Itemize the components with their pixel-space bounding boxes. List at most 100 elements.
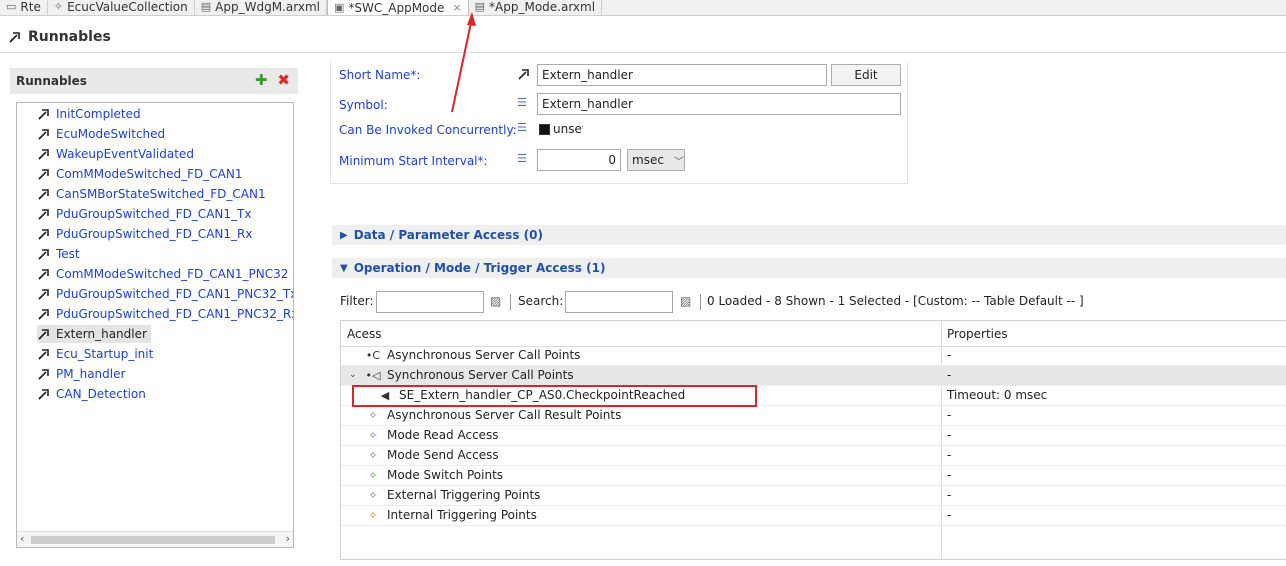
separator [700, 294, 701, 310]
access-cell: ✧ Mode Send Access [349, 448, 499, 462]
runnable-list-item[interactable]: EcuModeSwitched [37, 125, 165, 143]
list-icon: ☰ [517, 152, 527, 165]
concurrent-checkbox[interactable] [539, 124, 550, 135]
clear-filter-icon[interactable]: ▨ [490, 294, 501, 308]
filter-input[interactable] [376, 291, 484, 313]
mode-switch-icon: ✧ [368, 468, 378, 482]
runnable-list-item[interactable]: CanSMBorStateSwitched_FD_CAN1 [37, 185, 266, 203]
access-label: Mode Switch Points [387, 468, 504, 482]
runnable-icon [38, 189, 49, 200]
table-row[interactable]: ✧ External Triggering Points - [341, 486, 1286, 506]
horizontal-scrollbar[interactable]: ‹ › [17, 531, 293, 547]
runnable-list-item[interactable]: PduGroupSwitched_FD_CAN1_PNC32_Tx [37, 285, 293, 303]
runnable-list-item[interactable]: PM_handler [37, 365, 125, 383]
runnable-icon [38, 169, 49, 180]
table-row[interactable]: ✧ Mode Send Access - [341, 446, 1286, 466]
runnable-icon [38, 369, 49, 380]
runnables-panel-header: Runnables ✚ ✖ [10, 68, 298, 94]
runnable-list-item[interactable]: ComMModeSwitched_FD_CAN1_PNC32 [37, 265, 288, 283]
runnable-list-item[interactable]: PduGroupSwitched_FD_CAN1_Rx [37, 225, 252, 243]
runnable-list-item[interactable]: Ecu_Startup_init [37, 345, 153, 363]
runnable-label: PM_handler [56, 367, 126, 381]
swc-icon: ▣ [333, 0, 345, 14]
tab-label: App_WdgM.arxml [215, 0, 320, 14]
collapse-toggle-icon[interactable]: ⌄ [349, 370, 359, 380]
properties-cell: - [947, 408, 952, 422]
tab-rte[interactable]: ▭ Rte [0, 0, 48, 15]
runnable-properties-form: Short Name*: Edit Symbol: ☰ Can Be Invok… [330, 62, 908, 184]
collection-icon: ✧ [53, 0, 64, 13]
unit-select[interactable]: msec ﹀ [627, 149, 685, 171]
column-header-properties[interactable]: Properties [947, 327, 1008, 341]
access-cell: ⌄ •◁ Synchronous Server Call Points [349, 368, 574, 382]
runnable-list-item[interactable]: PduGroupSwitched_FD_CAN1_PNC32_Rx [37, 305, 294, 323]
runnable-list-item[interactable]: Test [37, 245, 80, 263]
runnable-icon [38, 109, 49, 120]
runnable-list-item[interactable]: ComMModeSwitched_FD_CAN1 [37, 165, 242, 183]
scroll-right-icon[interactable]: › [286, 532, 290, 545]
properties-cell: - [947, 428, 952, 442]
properties-cell: - [947, 368, 952, 382]
runnable-label: Ecu_Startup_init [56, 347, 154, 361]
internal-trigger-icon: ✧ [368, 508, 378, 522]
runnable-icon [38, 209, 49, 220]
table-row[interactable]: ✧ Mode Switch Points - [341, 466, 1286, 486]
table-row[interactable]: ✧ Mode Read Access - [341, 426, 1286, 446]
scroll-left-icon[interactable]: ‹ [20, 532, 24, 545]
runnable-label: CanSMBorStateSwitched_FD_CAN1 [56, 187, 266, 201]
table-row[interactable]: •C Asynchronous Server Call Points - [341, 346, 1286, 366]
runnables-panel: Runnables ✚ ✖ InitCompleted EcuModeSwitch… [10, 68, 298, 554]
column-header-access[interactable]: Acess [347, 327, 381, 341]
page-header: Runnables [8, 26, 111, 48]
filter-bar: Filter: ▨ Search: ▨ 0 Loaded - 8 Shown -… [340, 290, 1286, 314]
min-interval-input[interactable] [537, 149, 621, 171]
concurrent-value: unset [553, 122, 583, 136]
table-row[interactable]: ✧ Asynchronous Server Call Result Points - [341, 406, 1286, 426]
access-cell: •C Asynchronous Server Call Points [349, 348, 581, 362]
runnable-label: PduGroupSwitched_FD_CAN1_Rx [56, 227, 253, 241]
edit-button[interactable]: Edit [831, 64, 901, 86]
runnable-list-item[interactable]: CAN_Detection [37, 385, 146, 403]
delete-icon[interactable]: ✖ [277, 72, 290, 88]
runnable-label: Extern_handler [56, 327, 147, 341]
scrollbar-thumb[interactable] [31, 536, 275, 544]
runnable-label: PduGroupSwitched_FD_CAN1_PNC32_Rx [56, 307, 294, 321]
properties-cell: - [947, 468, 952, 482]
access-label: Mode Send Access [387, 448, 499, 462]
access-cell: ✧ Mode Switch Points [349, 468, 503, 482]
symbol-input[interactable] [537, 93, 901, 115]
table-row[interactable]: ✧ Internal Triggering Points - [341, 506, 1286, 526]
header-divider [0, 52, 1286, 53]
runnable-icon [38, 349, 49, 360]
runnable-icon [9, 32, 20, 43]
concurrent-label: Can Be Invoked Concurrently: [339, 123, 517, 137]
section-operation-mode-trigger[interactable]: ▼ Operation / Mode / Trigger Access (1) [332, 258, 1286, 278]
list-icon: ☰ [517, 121, 527, 134]
tab-ecuc-value-collection[interactable]: ✧ EcucValueCollection [48, 0, 195, 15]
section-data-parameter-access[interactable]: ▶ Data / Parameter Access (0) [332, 225, 1286, 245]
table-row[interactable]: ⌄ •◁ Synchronous Server Call Points - [341, 366, 1286, 386]
tab-app-mode[interactable]: ▤ *App_Mode.arxml [469, 0, 603, 15]
runnable-list-item[interactable]: InitCompleted [37, 105, 141, 123]
runnables-list[interactable]: InitCompleted EcuModeSwitched WakeupEventV… [16, 102, 294, 548]
annotation-highlight-box [352, 385, 757, 407]
runnable-label: CAN_Detection [56, 387, 146, 401]
panel-title: Runnables [16, 74, 87, 88]
runnable-icon [38, 229, 49, 240]
add-icon[interactable]: ✚ [255, 72, 268, 88]
runnable-list-item[interactable]: Extern_handler [37, 325, 151, 343]
mode-send-icon: ✧ [368, 448, 378, 462]
search-input[interactable] [565, 291, 673, 313]
tab-app-wdgm[interactable]: ▤ App_WdgM.arxml [195, 0, 327, 15]
file-icon: ▭ [6, 0, 17, 13]
properties-cell: - [947, 448, 952, 462]
access-label: Asynchronous Server Call Points [387, 348, 581, 362]
arxml-file-icon: ▤ [200, 0, 212, 13]
runnable-list-item[interactable]: PduGroupSwitched_FD_CAN1_Tx [37, 205, 251, 223]
runnable-list-item[interactable]: WakeupEventValidated [37, 145, 194, 163]
tab-label: *App_Mode.arxml [489, 0, 596, 14]
runnable-icon [38, 249, 49, 260]
clear-search-icon[interactable]: ▨ [680, 294, 691, 308]
short-name-input[interactable] [537, 64, 827, 86]
access-label: Asynchronous Server Call Result Points [387, 408, 622, 422]
